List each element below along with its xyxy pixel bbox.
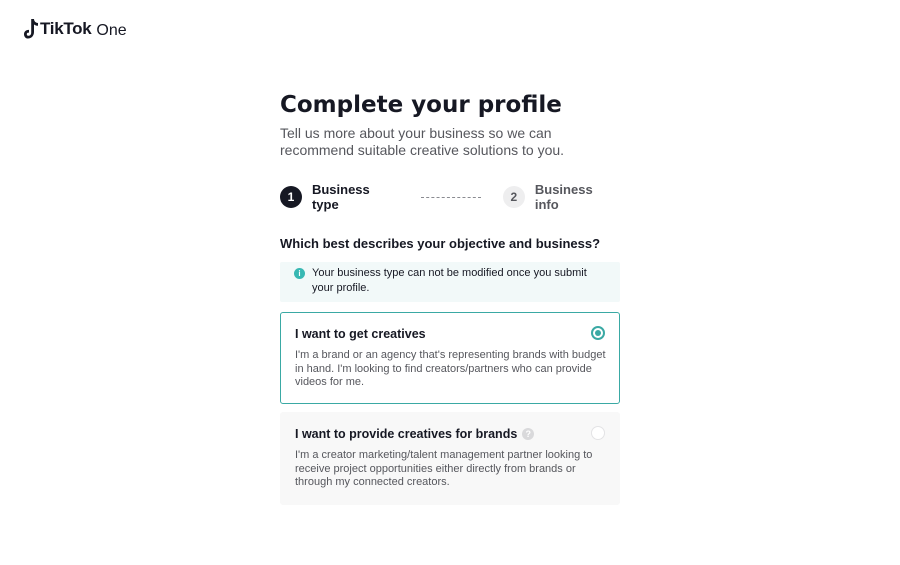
page-title: Complete your profile bbox=[280, 92, 562, 118]
radio-provide-creatives[interactable] bbox=[591, 426, 605, 440]
info-icon: i bbox=[294, 268, 305, 279]
brand-wordmark: TikTok bbox=[40, 19, 92, 38]
option-title: I want to provide creatives for brands ? bbox=[295, 426, 605, 442]
step-2-indicator: 2 bbox=[502, 186, 525, 208]
product-name: One bbox=[96, 21, 127, 39]
option-provide-creatives[interactable]: I want to provide creatives for brands ?… bbox=[280, 412, 620, 505]
option-description: I'm a brand or an agency that's represen… bbox=[295, 349, 606, 388]
option-description: I'm a creator marketing/talent managemen… bbox=[295, 449, 593, 488]
notice-text: Your business type can not be modified o… bbox=[312, 267, 587, 294]
tiktok-note-icon bbox=[24, 19, 38, 39]
objective-question: Which best describes your objective and … bbox=[280, 236, 601, 251]
profile-form: Complete your profile Tell us more about… bbox=[280, 88, 620, 505]
option-title-text: I want to get creatives bbox=[295, 327, 426, 341]
info-notice: i Your business type can not be modified… bbox=[280, 262, 620, 302]
step-divider bbox=[421, 196, 481, 198]
step-1-indicator: 1 bbox=[280, 186, 302, 208]
stepper: 1 Business type 2 Business info bbox=[280, 182, 620, 212]
question-mark-icon[interactable]: ? bbox=[522, 428, 535, 440]
option-get-creatives[interactable]: I want to get creatives I'm a brand or a… bbox=[280, 312, 620, 404]
app-header: TikTok One bbox=[24, 18, 127, 40]
option-title-text: I want to provide creatives for brands bbox=[295, 427, 518, 441]
radio-get-creatives[interactable] bbox=[591, 326, 605, 340]
option-title: I want to get creatives bbox=[295, 326, 605, 342]
page-subtitle: Tell us more about your business so we c… bbox=[280, 125, 565, 158]
step-1-label: Business type bbox=[311, 182, 370, 212]
step-2-label: Business info bbox=[534, 182, 593, 212]
